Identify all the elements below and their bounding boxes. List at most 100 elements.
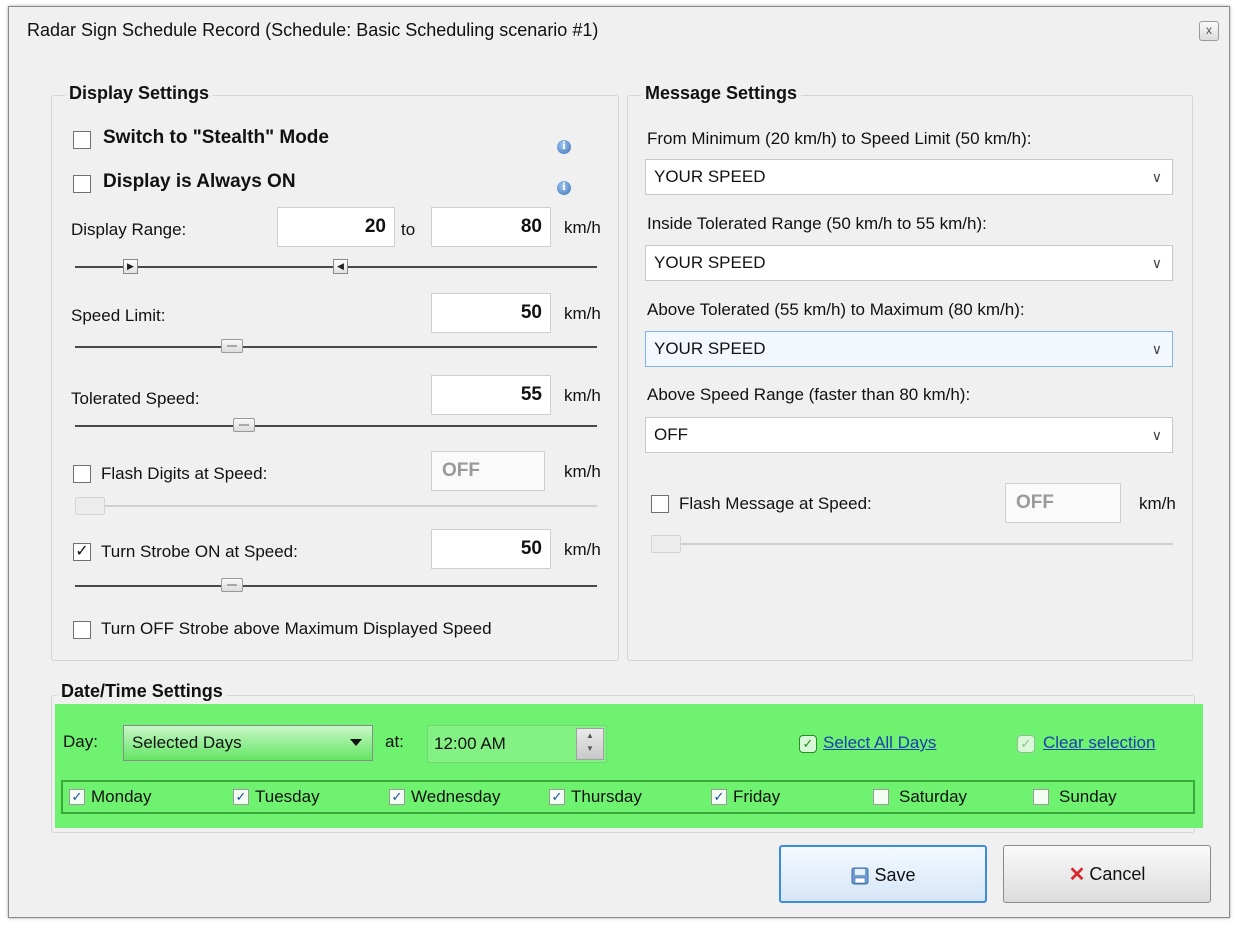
wednesday-label: Wednesday [411,787,501,806]
tuesday-checkbox[interactable]: ✓ [233,789,249,805]
strobe-off-checkbox[interactable] [73,621,91,639]
close-icon[interactable]: x [1199,21,1219,41]
display-range-label: Display Range: [71,220,187,239]
save-icon [851,867,869,885]
always-on-info-icon[interactable]: i [557,181,571,195]
from-min-label: From Minimum (20 km/h) to Speed Limit (5… [647,129,1032,148]
from-min-value: YOUR SPEED [654,167,766,186]
flash-digits-checkbox[interactable] [73,465,91,483]
save-label: Save [874,865,916,885]
time-value: 12:00 AM [434,734,506,753]
day-select[interactable]: Selected Days [123,725,373,761]
always-on-checkbox[interactable] [73,175,91,193]
speed-limit-slider-thumb[interactable] [221,339,243,353]
above-tolerated-label: Above Tolerated (55 km/h) to Maximum (80… [647,300,1025,319]
saturday-label: Saturday [899,787,968,806]
strobe-on-label: Turn Strobe ON at Speed: [101,542,298,561]
display-range-max-input[interactable]: 80 [431,207,551,247]
display-range-unit: km/h [564,218,601,237]
window-title: Radar Sign Schedule Record (Schedule: Ba… [27,20,599,40]
flash-digits-unit: km/h [564,462,601,481]
dropdown-arrow-icon [350,739,362,746]
cancel-label: Cancel [1089,864,1146,884]
flash-message-slider-track[interactable] [651,543,1173,545]
dialog-window: Radar Sign Schedule Record (Schedule: Ba… [8,6,1230,918]
strobe-on-unit: km/h [564,540,601,559]
above-range-label: Above Speed Range (faster than 80 km/h): [647,385,971,404]
display-range-to-label: to [401,220,416,239]
tolerated-speed-unit: km/h [564,386,601,405]
cancel-button[interactable]: ✕ Cancel [1003,845,1211,903]
flash-digits-slider-thumb[interactable] [75,497,105,515]
days-checklist: ✓ Monday ✓ Tuesday ✓ Wednesday ✓ Thursda… [61,780,1195,814]
select-all-check-icon: ✓ [799,735,817,753]
friday-checkbox[interactable]: ✓ [711,789,727,805]
strobe-off-label: Turn OFF Strobe above Maximum Displayed … [101,619,492,638]
flash-message-slider-thumb[interactable] [651,535,681,553]
chevron-down-icon: ∨ [1151,169,1162,185]
speed-limit-label: Speed Limit: [71,306,166,325]
above-range-value: OFF [654,425,688,444]
chevron-down-icon: ∨ [1151,341,1162,357]
time-input[interactable]: 12:00 AM ▲ ▼ [427,725,607,763]
tolerated-speed-label: Tolerated Speed: [71,389,200,408]
inside-tolerated-select[interactable]: YOUR SPEED ∨ [645,245,1173,281]
flash-digits-label: Flash Digits at Speed: [101,464,268,483]
datetime-panel: Day: Selected Days at: 12:00 AM ▲ ▼ ✓ Sel… [55,704,1203,828]
above-tolerated-select[interactable]: YOUR SPEED ∨ [645,331,1173,367]
time-spinner[interactable]: ▲ ▼ [576,728,604,760]
thursday-label: Thursday [571,787,642,806]
message-settings-title: Message Settings [641,83,802,104]
stealth-mode-label: Switch to "Stealth" Mode [103,127,329,148]
monday-checkbox[interactable]: ✓ [69,789,85,805]
friday-label: Friday [733,787,781,806]
flash-message-label: Flash Message at Speed: [679,494,872,513]
thursday-checkbox[interactable]: ✓ [549,789,565,805]
datetime-settings-title: Date/Time Settings [57,681,227,702]
tolerated-speed-slider-thumb[interactable] [233,418,255,432]
saturday-checkbox[interactable] [873,789,889,805]
display-range-max-thumb[interactable]: ◀ [333,259,348,274]
clear-selection-link[interactable]: Clear selection [1043,733,1155,753]
sunday-label: Sunday [1059,787,1117,806]
stealth-info-icon[interactable]: i [557,140,571,154]
strobe-slider-track[interactable] [75,585,597,587]
cancel-icon: ✕ [1068,864,1086,887]
inside-tolerated-label: Inside Tolerated Range (50 km/h to 55 km… [647,214,987,233]
speed-limit-unit: km/h [564,304,601,323]
from-min-select[interactable]: YOUR SPEED ∨ [645,159,1173,195]
title-bar[interactable]: Radar Sign Schedule Record (Schedule: Ba… [9,7,1229,57]
strobe-slider-thumb[interactable] [221,578,243,592]
clear-selection-check-icon: ✓ [1017,735,1035,753]
chevron-down-icon: ∨ [1151,255,1162,271]
flash-message-unit: km/h [1139,494,1176,513]
flash-message-checkbox[interactable] [651,495,669,513]
tolerated-speed-input[interactable]: 55 [431,375,551,415]
flash-message-input[interactable]: OFF [1005,483,1121,523]
day-label: Day: [63,732,98,751]
flash-digits-input[interactable]: OFF [431,451,545,491]
select-all-days-link[interactable]: Select All Days [823,733,936,753]
tuesday-label: Tuesday [255,787,320,806]
flash-digits-slider-track[interactable] [75,505,597,507]
stealth-mode-checkbox[interactable] [73,131,91,149]
inside-tolerated-value: YOUR SPEED [654,253,766,272]
display-settings-title: Display Settings [65,83,214,104]
above-range-select[interactable]: OFF ∨ [645,417,1173,453]
strobe-on-input[interactable]: 50 [431,529,551,569]
always-on-label: Display is Always ON [103,171,296,192]
day-select-value: Selected Days [132,733,242,752]
monday-label: Monday [91,787,152,806]
display-range-min-input[interactable]: 20 [277,207,395,247]
display-range-min-thumb[interactable]: ▶ [123,259,138,274]
chevron-down-icon: ∨ [1151,427,1162,443]
save-button[interactable]: Save [779,845,987,903]
at-label: at: [385,732,404,751]
speed-limit-input[interactable]: 50 [431,293,551,333]
above-tolerated-value: YOUR SPEED [654,339,766,358]
wednesday-checkbox[interactable]: ✓ [389,789,405,805]
strobe-on-checkbox[interactable]: ✓ [73,543,91,561]
sunday-checkbox[interactable] [1033,789,1049,805]
speed-limit-slider-track[interactable] [75,346,597,348]
tolerated-speed-slider-track[interactable] [75,425,597,427]
